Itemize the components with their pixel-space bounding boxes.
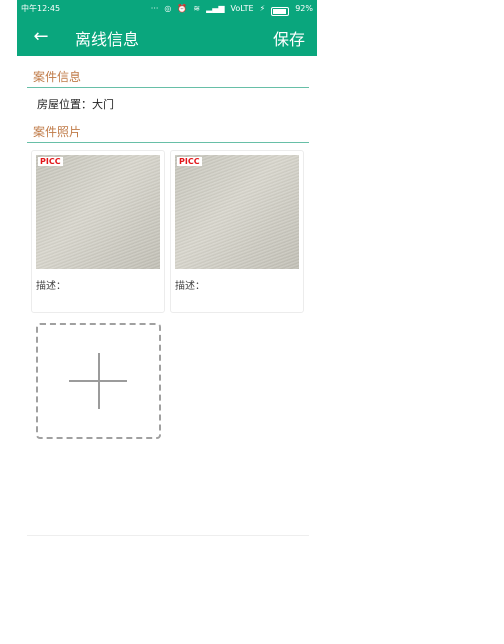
- battery-fill: [273, 9, 287, 14]
- case-info-title: 案件信息: [33, 70, 82, 84]
- battery-percent: 92%: [295, 4, 313, 13]
- case-photos-title: 案件照片: [33, 125, 82, 139]
- photo-thumbnail[interactable]: PICC: [36, 155, 160, 269]
- photo-description-label: 描述：: [36, 281, 66, 292]
- alarm-icon: ⏰: [177, 4, 188, 13]
- photo-texture: [36, 155, 160, 269]
- wifi-icon: ≋: [193, 4, 201, 13]
- photo-thumbnail[interactable]: PICC: [175, 155, 299, 269]
- bottom-divider: [27, 535, 309, 536]
- add-photo-button[interactable]: [36, 323, 161, 439]
- app-bar: ← 离线信息 保存: [17, 18, 317, 56]
- photo-card-1[interactable]: PICC 描述：: [31, 150, 165, 313]
- house-location-field: 房屋位置：大门: [37, 96, 114, 112]
- status-icons: ··· ◎ ⏰ ≋ ▂▄▆ VoLTE ⚡ 92%: [151, 0, 313, 18]
- signal-icon: ▂▄▆: [206, 4, 225, 13]
- target-icon: ◎: [164, 4, 172, 13]
- photo-description-label: 描述：: [175, 281, 205, 292]
- save-button[interactable]: 保存: [273, 26, 305, 50]
- status-time: 中午12:45: [21, 4, 61, 13]
- back-button[interactable]: ←: [31, 25, 51, 47]
- battery-icon: [271, 7, 290, 16]
- case-photos-divider: [27, 142, 309, 143]
- house-location-value: 大门: [92, 98, 114, 111]
- status-bar: 中午12:45 ··· ◎ ⏰ ≋ ▂▄▆ VoLTE ⚡ 92%: [17, 0, 317, 18]
- volte-label: VoLTE: [230, 4, 254, 13]
- arrow-left-icon: ←: [33, 25, 49, 47]
- house-location-label: 房屋位置：: [37, 98, 92, 111]
- case-info-divider: [27, 87, 309, 88]
- photo-texture: [175, 155, 299, 269]
- photo-card-2[interactable]: PICC 描述：: [170, 150, 304, 313]
- screen: 中午12:45 ··· ◎ ⏰ ≋ ▂▄▆ VoLTE ⚡ 92% ← 离线信息…: [17, 0, 317, 644]
- page-title: 离线信息: [75, 30, 140, 49]
- plus-icon-vertical: [98, 353, 100, 409]
- more-dots-icon: ···: [150, 4, 159, 13]
- charging-icon: ⚡: [259, 4, 266, 13]
- picc-logo: PICC: [38, 157, 63, 166]
- picc-logo: PICC: [177, 157, 202, 166]
